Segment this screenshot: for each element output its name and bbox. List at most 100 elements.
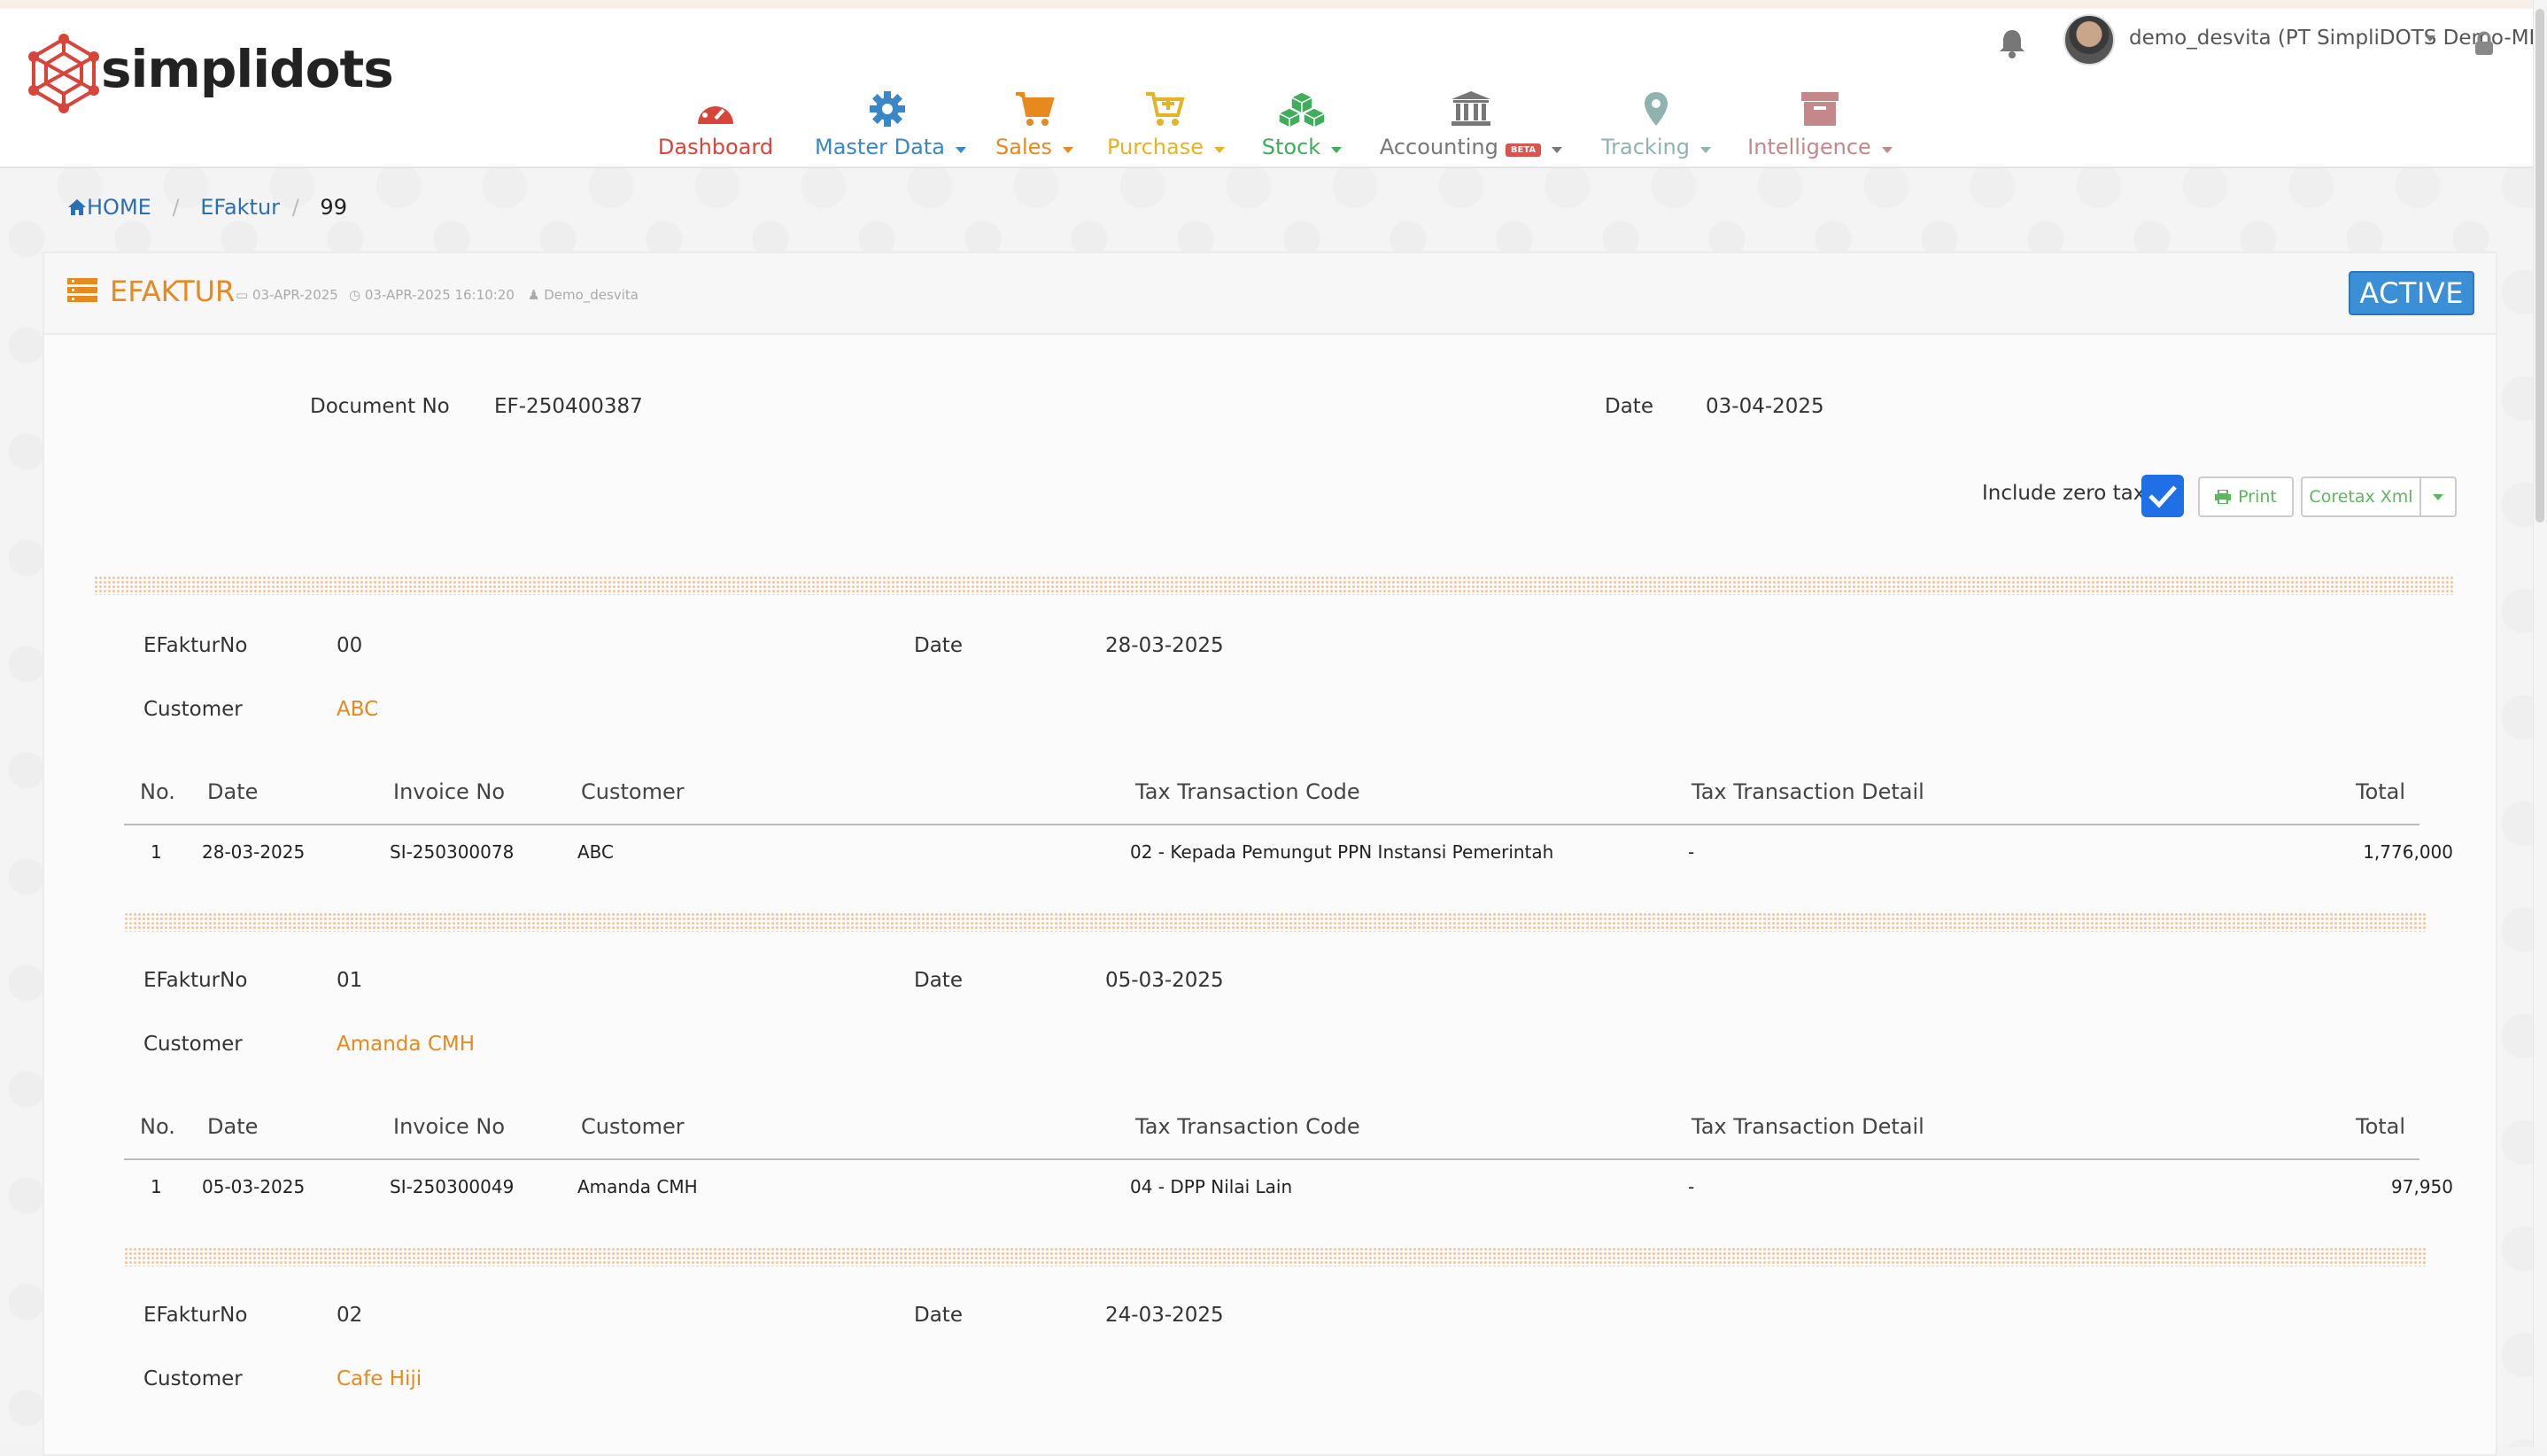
breadcrumb-home-label: HOME [87, 195, 151, 220]
efaktur-no-label: EFakturNo [143, 634, 248, 657]
section-divider [94, 576, 2455, 595]
list-icon [67, 278, 97, 302]
col-date: Date [207, 1114, 259, 1139]
invoice-link[interactable]: SI-250300049 [390, 1176, 514, 1197]
col-no: No. [140, 779, 175, 804]
home-icon [68, 199, 86, 215]
nav-master-data[interactable]: Master Data [815, 90, 966, 168]
nav-label: Dashboard [657, 135, 774, 159]
page-scrollbar[interactable] [2533, 0, 2547, 1447]
row-total: 1,776,000 [2363, 841, 2453, 863]
cart-plus-icon [1146, 92, 1185, 126]
page-title: EFAKTUR [110, 275, 236, 308]
customer-link[interactable]: Amanda CMH [337, 1033, 475, 1056]
row-no: 1 [151, 841, 162, 863]
efaktur-date-value: 24-03-2025 [1105, 1304, 1224, 1327]
print-button-label: Print [2238, 487, 2277, 507]
breadcrumb-current: 99 [320, 195, 347, 220]
nav-purchase[interactable]: Purchase [1107, 90, 1225, 168]
section-divider [124, 912, 2427, 932]
user-menu-caret-icon[interactable] [2425, 35, 2435, 42]
customer-link[interactable]: Cafe Hiji [337, 1367, 422, 1390]
row-date: 05-03-2025 [202, 1176, 306, 1197]
bell-icon[interactable] [1994, 25, 2030, 60]
clock-icon: ◷ [349, 287, 365, 303]
table-header-line [124, 824, 2419, 825]
chevron-down-icon [2433, 493, 2443, 500]
efaktur-no-value: 02 [337, 1304, 363, 1327]
nav-stock[interactable]: Stock [1258, 90, 1346, 168]
app-header: simplidots demo_desvita (PT SimpliDOTS D… [0, 9, 2547, 168]
row-tax-code: 02 - Kepada Pemungut PPN Instansi Pemeri… [1130, 841, 1554, 863]
col-total: Total [2356, 779, 2406, 804]
include-zero-tax-checkbox[interactable] [2141, 475, 2184, 517]
row-tax-detail: - [1688, 1176, 1695, 1197]
archive-icon [1801, 92, 1839, 126]
nav-label: Accounting [1379, 135, 1498, 159]
efaktur-date-value: 05-03-2025 [1105, 969, 1224, 992]
col-tax-code: Tax Transaction Code [1135, 779, 1360, 804]
cart-icon [1016, 92, 1055, 126]
customer-link[interactable]: ABC [337, 698, 378, 721]
row-tax-detail: - [1688, 841, 1695, 863]
coretax-dropdown-button[interactable] [2419, 476, 2457, 517]
status-badge: ACTIVE [2349, 271, 2474, 315]
row-total: 97,950 [2391, 1176, 2453, 1197]
row-customer-link[interactable]: Amanda CMH [577, 1176, 698, 1197]
breadcrumb: HOME / EFaktur / 99 [67, 195, 347, 220]
panel-header: EFAKTUR ▭ 03-APR-2025 ◷ 03-APR-2025 16:1… [44, 253, 2496, 335]
calendar-icon: ▭ [236, 287, 252, 303]
efaktur-date-value: 28-03-2025 [1105, 634, 1224, 657]
nav-intelligence[interactable]: Intelligence [1746, 90, 1893, 168]
col-total: Total [2356, 1114, 2406, 1139]
avatar[interactable] [2063, 14, 2115, 66]
doc-no-value: EF-250400387 [494, 395, 643, 418]
efaktur-no-label: EFakturNo [143, 969, 248, 992]
gear-icon [870, 91, 905, 127]
col-customer: Customer [581, 779, 685, 804]
nav-tracking[interactable]: Tracking [1599, 90, 1713, 168]
modified-time: ◷ 03-APR-2025 16:10:20 [349, 287, 515, 303]
speedometer-icon [698, 97, 733, 124]
topbar-right: demo_desvita (PT SimpliDOTS Demo-MEDAN) [1647, 9, 2547, 80]
row-tax-code: 04 - DPP Nilai Lain [1130, 1176, 1293, 1197]
row-date: 28-03-2025 [202, 841, 306, 863]
created-date: ▭ 03-APR-2025 [236, 287, 338, 303]
scrollbar-thumb[interactable] [2535, 9, 2544, 523]
col-invoice-no: Invoice No [393, 1114, 506, 1139]
top-accent-line [0, 0, 2547, 9]
coretax-xml-button[interactable]: Coretax Xml [2301, 476, 2421, 517]
row-customer-link[interactable]: ABC [577, 841, 614, 863]
col-tax-detail: Tax Transaction Detail [1692, 779, 1924, 804]
col-invoice-no: Invoice No [393, 779, 506, 804]
nav-label: Master Data [815, 135, 945, 159]
customer-label: Customer [143, 698, 243, 721]
user-icon: ♟ [528, 287, 545, 303]
col-tax-detail: Tax Transaction Detail [1692, 1114, 1924, 1139]
breadcrumb-home[interactable]: HOME [67, 195, 158, 220]
print-button[interactable]: Print [2198, 476, 2294, 517]
efaktur-date-label: Date [914, 1304, 963, 1327]
nav-dashboard[interactable]: Dashboard [655, 90, 776, 168]
nav-sales[interactable]: Sales [990, 90, 1079, 168]
invoice-link[interactable]: SI-250300078 [390, 841, 514, 863]
row-no: 1 [151, 1176, 162, 1197]
coretax-xml-label: Coretax Xml [2309, 487, 2413, 507]
efaktur-panel: EFAKTUR ▭ 03-APR-2025 ◷ 03-APR-2025 16:1… [43, 252, 2497, 1456]
breadcrumb-efaktur[interactable]: EFaktur [200, 195, 280, 220]
efaktur-date-label: Date [914, 969, 963, 992]
table-header-line [124, 1158, 2419, 1160]
nav-label: Intelligence [1747, 135, 1871, 159]
check-icon [2148, 485, 2177, 508]
lock-icon[interactable] [2473, 30, 2496, 57]
include-zero-tax-label: Include zero tax [1982, 482, 2146, 505]
doc-date-value: 03-04-2025 [1706, 395, 1824, 418]
nav-label: Sales [995, 135, 1052, 159]
col-no: No. [140, 1114, 175, 1139]
nav-accounting[interactable]: Accounting BETA [1378, 90, 1564, 168]
efaktur-no-value: 01 [337, 969, 363, 992]
beta-badge: BETA [1505, 143, 1542, 157]
printer-icon [2215, 490, 2232, 504]
created-by: ♟ Demo_desvita [528, 287, 639, 303]
nav-label: Purchase [1107, 135, 1204, 159]
